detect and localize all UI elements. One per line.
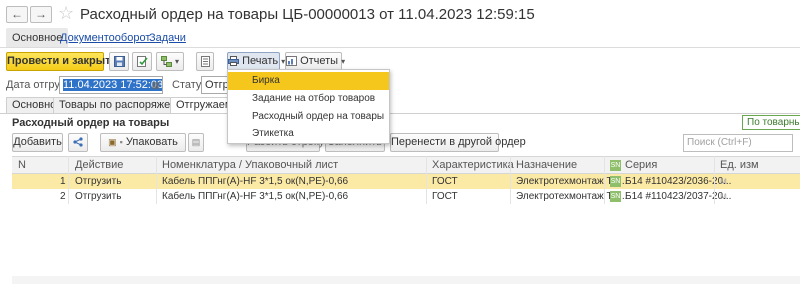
column-divider (714, 156, 715, 204)
col-characteristic[interactable]: Характеристика (432, 157, 514, 175)
title-bar: ← → ☆ Расходный ордер на товары ЦБ-00000… (0, 0, 800, 28)
col-series[interactable]: SN Серия (610, 157, 657, 175)
structure-icon (160, 55, 172, 67)
ship-date-value: 11.04.2023 17:52:03 (63, 79, 163, 91)
print-menu: Бирка Задание на отбор товаров Расходный… (227, 69, 390, 144)
list-icon (200, 55, 210, 67)
tab-document-flow[interactable]: Документооборот (60, 28, 150, 48)
status-field[interactable]: Отгру (201, 76, 229, 94)
ship-date-field[interactable]: 11.04.2023 17:52:03 ▦ (59, 76, 163, 94)
table-header: N Действие Номенклатура / Упаковочный ли… (12, 156, 800, 174)
calendar-icon[interactable]: ▦ (151, 77, 160, 93)
sub-tabs: Основное Товары по распоряжениям (2) Отг… (0, 97, 800, 114)
row-n: 2 (60, 191, 66, 202)
row-unit: м (720, 191, 727, 202)
row-action: Отгрузить (75, 191, 122, 202)
column-divider (510, 156, 511, 204)
post-and-close-button[interactable]: Провести и закрыть (6, 52, 117, 71)
menu-item-tag[interactable]: Бирка (228, 72, 389, 90)
series-badge-icon: SN (610, 175, 621, 187)
table-row[interactable]: 2 Отгрузить Кабель ППГнг(А)-HF 3*1,5 ок(… (12, 189, 800, 204)
table-toolbar: Добавить ▣ ▪ Упаковать ▤ Разбить строку … (0, 133, 800, 153)
printer-icon (228, 56, 239, 67)
menu-item-expense-order[interactable]: Расходный ордер на товары (228, 108, 389, 126)
goods-table: N Действие Номенклатура / Упаковочный ли… (12, 156, 800, 204)
col-purpose[interactable]: Назначение (516, 157, 577, 175)
series-badge-icon: SN (610, 159, 621, 171)
favorite-star-icon[interactable]: ☆ (58, 3, 74, 23)
chevron-down-icon: ▾ (341, 57, 346, 66)
fields-row: Дата отгрузки: 11.04.2023 17:52:03 ▦ Ста… (0, 76, 800, 94)
top-tabs: Основное Документооборот Задачи (0, 28, 800, 48)
reports-label: Отчеты (300, 55, 339, 67)
pack-label: Упаковать (125, 136, 178, 148)
row-series-value: Б14 #110423/2037-20... (625, 191, 732, 202)
row-item: Кабель ППГнг(А)-HF 3*1,5 ок(N,PE)-0,66 (162, 176, 349, 187)
divider (0, 47, 800, 48)
pack-button[interactable]: ▣ ▪ Упаковать (100, 133, 186, 152)
subtab-shipped[interactable]: Отгружаемы (170, 97, 230, 114)
menu-item-label[interactable]: Этикетка (228, 125, 389, 143)
column-divider (68, 156, 69, 204)
row-characteristic: ГОСТ (432, 191, 458, 202)
section-title: Расходный ордер на товары (12, 117, 170, 129)
document-title: Расходный ордер на товары ЦБ-00000013 от… (80, 6, 535, 23)
package-icon: ▣ (108, 137, 117, 147)
share-icon (73, 137, 83, 147)
reports-icon (286, 56, 297, 67)
row-item: Кабель ППГнг(А)-HF 3*1,5 ок(N,PE)-0,66 (162, 191, 349, 202)
move-to-order-button[interactable]: Перенести в другой ордер (390, 133, 526, 152)
arrow-left-icon: ← (11, 7, 23, 21)
col-nomenclature[interactable]: Номенклатура / Упаковочный лист (162, 157, 338, 175)
row-action: Отгрузить (75, 176, 122, 187)
save-button[interactable] (109, 52, 129, 71)
back-button[interactable]: ← (6, 6, 28, 23)
share-button[interactable] (68, 133, 88, 152)
post-button[interactable] (132, 52, 152, 71)
table-row[interactable]: 1 Отгрузить Кабель ППГнг(А)-HF 3*1,5 ок(… (12, 174, 800, 189)
add-button[interactable]: Добавить (12, 133, 63, 152)
save-icon (113, 55, 125, 67)
row-characteristic: ГОСТ (432, 176, 458, 187)
col-unit[interactable]: Ед. изм (720, 157, 759, 175)
menu-item-picking-task[interactable]: Задание на отбор товаров (228, 90, 389, 108)
column-divider (604, 156, 605, 204)
tab-tasks[interactable]: Задачи (149, 28, 186, 48)
list-button[interactable] (196, 52, 214, 71)
post-icon (136, 55, 148, 67)
forward-button[interactable]: → (30, 6, 52, 23)
print-label: Печать (242, 55, 279, 67)
column-divider (426, 156, 427, 204)
unpack-button[interactable]: ▤ (188, 133, 204, 152)
horizontal-scrollbar[interactable] (12, 276, 800, 284)
row-series-value: Б14 #110423/2036-20... (625, 176, 732, 187)
col-n[interactable]: N (18, 157, 26, 175)
search-input[interactable]: Поиск (Ctrl+F) (683, 134, 793, 152)
col-series-label: Серия (625, 159, 658, 171)
arrow-right-icon: → (35, 7, 47, 21)
row-n: 1 (60, 176, 66, 187)
structure-button[interactable]: ▾ (156, 52, 184, 71)
unpack-icon: ▤ (191, 137, 201, 147)
by-goods-button[interactable]: По товарным (742, 115, 800, 130)
main-toolbar: Провести и закрыть ▾ Печать ▾ Отчеты ▾ (0, 52, 800, 72)
row-unit: м (720, 176, 727, 187)
col-action[interactable]: Действие (75, 157, 123, 175)
series-badge-icon: SN (610, 190, 621, 202)
divider (0, 113, 800, 114)
column-divider (156, 156, 157, 204)
box-icon: ▪ (119, 137, 123, 147)
